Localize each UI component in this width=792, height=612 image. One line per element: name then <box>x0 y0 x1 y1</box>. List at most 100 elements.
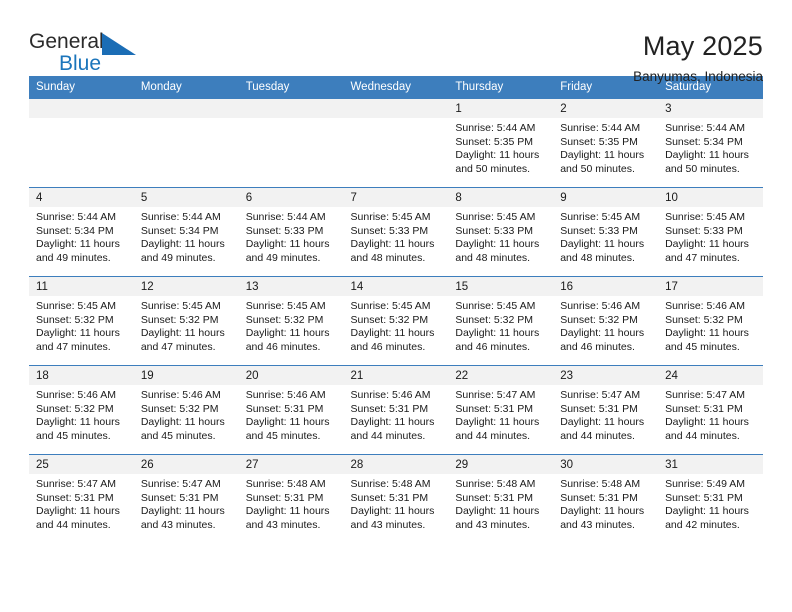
day-sunset-text: Sunset: 5:33 PM <box>665 224 743 237</box>
calendar-day-cell[interactable]: 13 Sunrise: 5:45 AM Sunset: 5:32 PM Dayligh… <box>238 276 344 366</box>
day-daylight-text: Daylight: 11 hours <box>455 505 540 518</box>
day-daylight-text: Daylight: 11 hours <box>455 238 540 251</box>
day-sunrise-text: Sunrise: 5:48 AM <box>560 478 641 490</box>
day-details: Sunrise: 5:47 AM Sunset: 5:31 PM Daylight:… <box>658 385 763 443</box>
day-sunrise-text: Sunrise: 5:46 AM <box>560 300 641 312</box>
calendar-day-cell[interactable]: 6 Sunrise: 5:44 AM Sunset: 5:33 PM Daylight… <box>238 187 344 277</box>
day-sunset-text: Sunset: 5:32 PM <box>36 402 114 415</box>
day-sunset-text: Sunset: 5:32 PM <box>455 313 534 326</box>
day-daylight-text: and 49 minutes. <box>36 251 111 264</box>
day-daylight-text: Daylight: 11 hours <box>350 238 435 251</box>
day-number: 13 <box>238 277 344 296</box>
calendar-day-cell[interactable]: 15 Sunrise: 5:45 AM Sunset: 5:32 PM Dayligh… <box>448 276 554 366</box>
calendar-day-cell[interactable]: 10 Sunrise: 5:45 AM Sunset: 5:33 PM Dayligh… <box>658 187 763 277</box>
day-sunrise-text: Sunrise: 5:47 AM <box>36 478 116 490</box>
day-details: Sunrise: 5:46 AM Sunset: 5:32 PM Daylight:… <box>134 385 239 443</box>
day-daylight-text: Daylight: 11 hours <box>36 327 120 340</box>
calendar-day-cell[interactable]: 19 Sunrise: 5:46 AM Sunset: 5:32 PM Dayligh… <box>133 365 239 455</box>
calendar-day-cell[interactable]: 1 Sunrise: 5:44 AM Sunset: 5:35 PM Daylight… <box>448 98 554 188</box>
brand-name-general: General <box>29 30 104 53</box>
day-sunset-text: Sunset: 5:32 PM <box>36 313 114 326</box>
day-number: 22 <box>448 366 554 385</box>
calendar-day-cell[interactable]: 17 Sunrise: 5:46 AM Sunset: 5:32 PM Dayligh… <box>658 276 763 366</box>
calendar-day-cell[interactable]: 25 Sunrise: 5:47 AM Sunset: 5:31 PM Dayligh… <box>29 454 134 544</box>
day-daylight-text: Daylight: 11 hours <box>36 416 120 429</box>
day-details: Sunrise: 5:45 AM Sunset: 5:33 PM Daylight:… <box>658 207 763 265</box>
calendar-day-cell[interactable]: 24 Sunrise: 5:47 AM Sunset: 5:31 PM Dayligh… <box>658 365 763 455</box>
weekday-header-wednesday: Wednesday <box>343 76 449 99</box>
calendar-day-cell[interactable]: 27 Sunrise: 5:48 AM Sunset: 5:31 PM Dayligh… <box>238 454 344 544</box>
day-number <box>343 99 449 118</box>
calendar-day-cell[interactable]: 11 Sunrise: 5:45 AM Sunset: 5:32 PM Dayligh… <box>29 276 134 366</box>
day-daylight-text: Daylight: 11 hours <box>560 149 645 162</box>
calendar-day-cell[interactable]: 9 Sunrise: 5:45 AM Sunset: 5:33 PM Daylight… <box>553 187 659 277</box>
day-number: 6 <box>238 188 344 207</box>
day-sunset-text: Sunset: 5:31 PM <box>245 491 324 504</box>
day-sunset-text: Sunset: 5:31 PM <box>665 402 743 415</box>
day-details: Sunrise: 5:45 AM Sunset: 5:33 PM Daylight:… <box>344 207 449 265</box>
calendar-day-cell[interactable]: 22 Sunrise: 5:47 AM Sunset: 5:31 PM Dayligh… <box>448 365 554 455</box>
day-number: 18 <box>29 366 134 385</box>
calendar-day-cell[interactable]: 31 Sunrise: 5:49 AM Sunset: 5:31 PM Dayligh… <box>658 454 763 544</box>
calendar-day-cell[interactable]: 4 Sunrise: 5:44 AM Sunset: 5:34 PM Daylight… <box>29 187 134 277</box>
day-daylight-text: Daylight: 11 hours <box>455 327 540 340</box>
day-sunset-text: Sunset: 5:35 PM <box>455 135 534 148</box>
day-sunrise-text: Sunrise: 5:47 AM <box>455 389 536 401</box>
day-daylight-text: and 43 minutes. <box>140 518 216 531</box>
day-sunrise-text: Sunrise: 5:45 AM <box>455 211 536 223</box>
day-sunset-text: Sunset: 5:33 PM <box>560 224 638 237</box>
brand-logo[interactable]: General Blue <box>29 30 149 82</box>
calendar-day-cell[interactable]: 21 Sunrise: 5:46 AM Sunset: 5:31 PM Dayligh… <box>343 365 449 455</box>
calendar-cell-empty <box>133 98 239 188</box>
day-daylight-text: Daylight: 11 hours <box>245 416 330 429</box>
weekday-header-tuesday: Tuesday <box>238 76 344 99</box>
calendar-day-cell[interactable]: 20 Sunrise: 5:46 AM Sunset: 5:31 PM Dayligh… <box>238 365 344 455</box>
day-number: 25 <box>29 455 134 474</box>
day-sunrise-text: Sunrise: 5:44 AM <box>36 211 116 223</box>
calendar-page: General Blue May 2025 Banyumas, Indonesi… <box>0 0 792 612</box>
day-sunset-text: Sunset: 5:34 PM <box>665 135 743 148</box>
day-daylight-text: and 50 minutes. <box>455 162 531 175</box>
calendar-day-cell[interactable]: 16 Sunrise: 5:46 AM Sunset: 5:32 PM Dayligh… <box>553 276 659 366</box>
triangle-logo-icon <box>102 33 136 55</box>
day-number: 24 <box>658 366 763 385</box>
calendar-day-cell[interactable]: 2 Sunrise: 5:44 AM Sunset: 5:35 PM Daylight… <box>553 98 659 188</box>
weekday-header-monday: Monday <box>133 76 239 99</box>
title-block: May 2025 Banyumas, Indonesia <box>633 30 763 86</box>
day-sunrise-text: Sunrise: 5:48 AM <box>245 478 326 490</box>
day-daylight-text: Daylight: 11 hours <box>350 505 435 518</box>
calendar-day-cell[interactable]: 18 Sunrise: 5:46 AM Sunset: 5:32 PM Dayligh… <box>29 365 134 455</box>
calendar-day-cell[interactable]: 14 Sunrise: 5:45 AM Sunset: 5:32 PM Dayligh… <box>343 276 449 366</box>
day-daylight-text: and 46 minutes. <box>350 340 426 353</box>
day-number: 23 <box>553 366 659 385</box>
day-number: 27 <box>238 455 344 474</box>
day-details: Sunrise: 5:45 AM Sunset: 5:32 PM Daylight:… <box>29 296 134 354</box>
calendar-day-cell[interactable]: 29 Sunrise: 5:48 AM Sunset: 5:31 PM Dayligh… <box>448 454 554 544</box>
calendar-day-cell[interactable]: 8 Sunrise: 5:45 AM Sunset: 5:33 PM Daylight… <box>448 187 554 277</box>
calendar-day-cell[interactable]: 23 Sunrise: 5:47 AM Sunset: 5:31 PM Dayligh… <box>553 365 659 455</box>
calendar-day-cell[interactable]: 3 Sunrise: 5:44 AM Sunset: 5:34 PM Daylight… <box>658 98 763 188</box>
calendar-day-cell[interactable]: 5 Sunrise: 5:44 AM Sunset: 5:34 PM Daylight… <box>133 187 239 277</box>
calendar-day-cell[interactable]: 28 Sunrise: 5:48 AM Sunset: 5:31 PM Dayligh… <box>343 454 449 544</box>
day-sunrise-text: Sunrise: 5:47 AM <box>140 478 221 490</box>
day-number <box>238 99 344 118</box>
day-daylight-text: Daylight: 11 hours <box>455 416 540 429</box>
calendar-day-cell[interactable]: 7 Sunrise: 5:45 AM Sunset: 5:33 PM Daylight… <box>343 187 449 277</box>
sunrise-sunset-calendar: Sunday Monday Tuesday Wednesday Thursday… <box>29 76 763 544</box>
day-number: 19 <box>133 366 239 385</box>
day-details: Sunrise: 5:45 AM Sunset: 5:32 PM Daylight:… <box>344 296 449 354</box>
day-sunrise-text: Sunrise: 5:45 AM <box>560 211 641 223</box>
day-daylight-text: and 47 minutes. <box>140 340 216 353</box>
calendar-day-cell[interactable]: 30 Sunrise: 5:48 AM Sunset: 5:31 PM Dayligh… <box>553 454 659 544</box>
day-sunrise-text: Sunrise: 5:44 AM <box>560 122 641 134</box>
calendar-day-cell[interactable]: 26 Sunrise: 5:47 AM Sunset: 5:31 PM Dayligh… <box>133 454 239 544</box>
day-daylight-text: and 46 minutes. <box>455 340 531 353</box>
day-details: Sunrise: 5:44 AM Sunset: 5:35 PM Daylight:… <box>553 118 658 176</box>
calendar-day-cell[interactable]: 12 Sunrise: 5:45 AM Sunset: 5:32 PM Dayligh… <box>133 276 239 366</box>
calendar-cell-empty <box>29 98 134 188</box>
day-sunrise-text: Sunrise: 5:46 AM <box>350 389 431 401</box>
day-daylight-text: Daylight: 11 hours <box>665 327 749 340</box>
day-daylight-text: and 48 minutes. <box>350 251 426 264</box>
day-number: 31 <box>658 455 763 474</box>
day-daylight-text: Daylight: 11 hours <box>560 505 645 518</box>
